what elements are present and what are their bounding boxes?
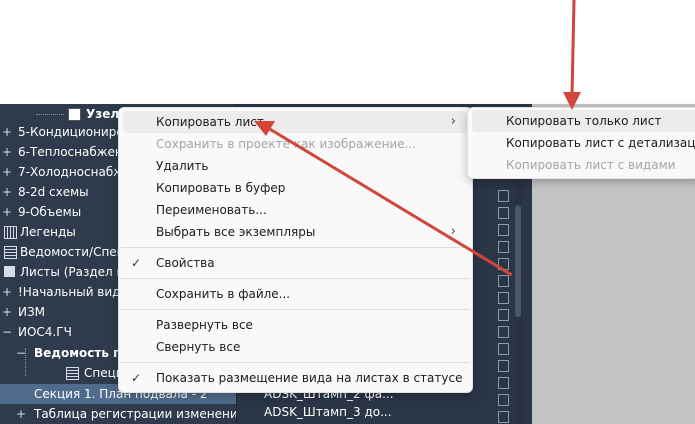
tree-item-label: 5-Кондициониров: [18, 125, 131, 139]
row-checkbox[interactable]: [498, 241, 509, 253]
family-item-label: ADSK_Штамп_3 до...: [264, 405, 392, 419]
menu-item-label: Копировать лист с видами: [506, 158, 676, 172]
menu-item-save-as-image: Сохранить в проекте как изображение...: [123, 133, 468, 155]
scrollbar-thumb[interactable]: [515, 205, 521, 317]
row-checkbox[interactable]: [498, 309, 509, 321]
menu-item-label: Развернуть все: [156, 318, 253, 332]
menu-separator: [121, 362, 470, 363]
menu-item-copy-to-clipboard[interactable]: Копировать в буфер: [123, 177, 468, 199]
sheets-icon: [4, 266, 15, 277]
tree-item-label: 9-Объемы: [18, 205, 82, 219]
menu-item-expand-all[interactable]: Развернуть все: [123, 314, 468, 336]
expand-icon[interactable]: +: [2, 182, 12, 202]
menu-item-rename[interactable]: Переименовать...: [123, 199, 468, 221]
submenu-item-copy-sheet-only[interactable]: Копировать только лист: [472, 110, 695, 132]
row-checkbox[interactable]: [498, 224, 509, 236]
menu-item-label: Сохранить в файле...: [156, 287, 291, 301]
expand-icon[interactable]: +: [2, 142, 12, 162]
check-icon: ✓: [131, 371, 142, 385]
sheet-icon: [68, 108, 81, 121]
expand-icon[interactable]: +: [16, 404, 26, 424]
row-checkbox[interactable]: [498, 411, 509, 423]
row-checkbox[interactable]: [498, 343, 509, 355]
menu-item-label: Показать размещение вида на листах в ста…: [156, 371, 463, 385]
menu-item-label: Выбрать все экземпляры: [156, 225, 316, 239]
row-checkbox[interactable]: [498, 360, 509, 372]
menu-item-label: Переименовать...: [156, 203, 267, 217]
check-icon: ✓: [131, 256, 142, 270]
context-menu: Копировать лист › Сохранить в проекте ка…: [118, 107, 473, 393]
menu-item-save-to-file[interactable]: Сохранить в файле...: [123, 283, 468, 305]
menu-item-delete[interactable]: Удалить: [123, 155, 468, 177]
expand-icon[interactable]: +: [2, 202, 12, 222]
row-checkbox[interactable]: [498, 326, 509, 338]
menu-item-properties[interactable]: ✓ Свойства: [123, 252, 468, 274]
chevron-right-icon: ›: [450, 224, 456, 239]
menu-item-label: Свойства: [156, 256, 215, 270]
menu-separator: [121, 309, 470, 310]
schedule-icon: [4, 246, 17, 259]
menu-item-label: Копировать лист с детализацией: [506, 136, 695, 150]
menu-item-label: Копировать только лист: [506, 114, 662, 128]
menu-item-copy-sheet[interactable]: Копировать лист ›: [123, 111, 468, 133]
tree-item-label: ИОС4.ГЧ: [18, 325, 72, 339]
submenu-item-copy-with-detailing[interactable]: Копировать лист с детализацией: [472, 132, 695, 154]
collapse-icon[interactable]: −: [16, 343, 26, 363]
schedule-icon: [66, 367, 79, 380]
submenu-item-copy-with-views: Копировать лист с видами: [472, 154, 695, 176]
row-checkbox[interactable]: [498, 292, 509, 304]
row-checkbox[interactable]: [498, 394, 509, 406]
legend-icon: [4, 226, 17, 239]
tree-item-label: Легенды: [20, 225, 76, 239]
menu-item-label: Удалить: [156, 159, 209, 173]
tree-item-label: Таблица регистрации изменений - 9: [34, 407, 266, 421]
tree-item-label: ИЗМ: [18, 305, 46, 319]
tree-item-label: 8-2d схемы: [18, 185, 89, 199]
menu-item-select-all-instances[interactable]: Выбрать все экземпляры ›: [123, 221, 468, 243]
tree-item-label: Ведомости/Специ: [20, 245, 133, 259]
tree-item-label: 7-Холодноснабже: [18, 165, 132, 179]
menu-item-label: Копировать лист: [156, 115, 264, 129]
row-checkbox[interactable]: [498, 275, 509, 287]
tree-guide-line: [36, 114, 64, 115]
family-item[interactable]: ADSK_Штамп_3 до...: [264, 402, 392, 422]
menu-item-label: Свернуть все: [156, 340, 241, 354]
collapse-icon[interactable]: −: [2, 322, 12, 342]
row-checkbox[interactable]: [498, 207, 509, 219]
menu-item-collapse-all[interactable]: Свернуть все: [123, 336, 468, 358]
menu-separator: [121, 278, 470, 279]
tree-item-label: 6-Теплоснабжени: [18, 145, 131, 159]
menu-item-label: Сохранить в проекте как изображение...: [156, 137, 417, 151]
tree-item-label: Листы (Раздел пр: [20, 265, 132, 279]
menu-item-label: Копировать в буфер: [156, 181, 286, 195]
expand-icon[interactable]: +: [2, 282, 12, 302]
row-checkbox[interactable]: [498, 377, 509, 389]
chevron-right-icon: ›: [450, 114, 456, 129]
expand-icon[interactable]: +: [2, 162, 12, 182]
copy-sheet-submenu: Копировать только лист Копировать лист с…: [467, 107, 695, 179]
menu-item-show-view-placement[interactable]: ✓ Показать размещение вида на листах в с…: [123, 367, 468, 389]
expand-icon[interactable]: +: [2, 302, 12, 322]
menu-separator: [121, 247, 470, 248]
tree-item-label: !Начальный вид: [18, 285, 121, 299]
expand-icon[interactable]: +: [2, 122, 12, 142]
row-checkbox[interactable]: [498, 190, 509, 202]
row-checkbox[interactable]: [498, 258, 509, 270]
annotation-arrow-down: [563, 0, 581, 110]
